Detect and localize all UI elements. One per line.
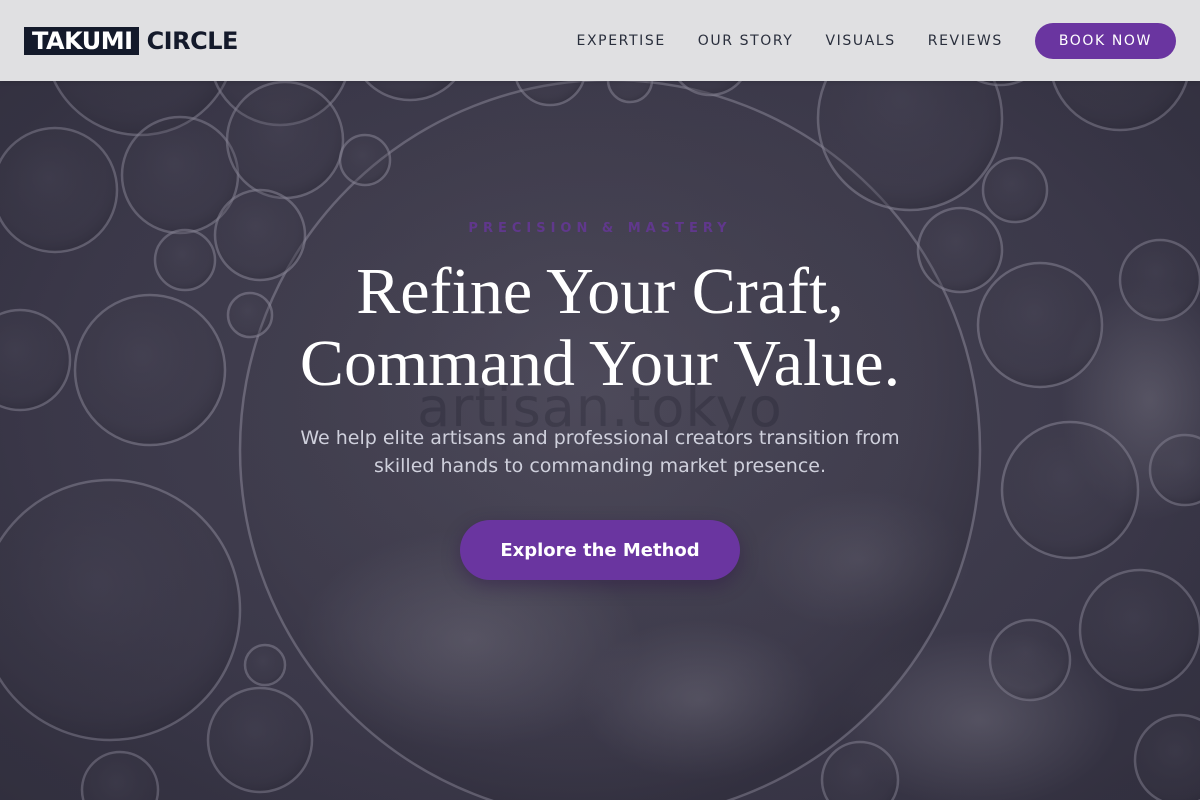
logo-text: CIRCLE [146, 26, 239, 55]
hero-section: PRECISION & MASTERY artisan.tokyo Refine… [0, 0, 1200, 800]
hero-headline: Refine Your Craft, Command Your Value. [0, 256, 1200, 400]
logo[interactable]: TAKUMI CIRCLE [24, 26, 239, 55]
hero-headline-line2: Command Your Value. [299, 327, 901, 400]
hero-subtext: We help elite artisans and professional … [300, 427, 900, 477]
hero-headline-line1: Refine Your Craft, [356, 255, 844, 328]
nav-expertise[interactable]: EXPERTISE [577, 33, 666, 49]
nav-reviews[interactable]: REVIEWS [928, 33, 1003, 49]
nav-our-story[interactable]: OUR STORY [698, 33, 794, 49]
page: TAKUMI CIRCLE EXPERTISE OUR STORY VISUAL… [0, 0, 1200, 800]
main-nav: EXPERTISE OUR STORY VISUALS REVIEWS BOOK… [577, 22, 1176, 59]
nav-visuals[interactable]: VISUALS [825, 33, 895, 49]
hero-eyebrow: PRECISION & MASTERY [468, 221, 732, 236]
explore-method-button[interactable]: Explore the Method [460, 520, 740, 580]
book-now-button[interactable]: BOOK NOW [1034, 22, 1176, 59]
site-header: TAKUMI CIRCLE EXPERTISE OUR STORY VISUAL… [0, 0, 1200, 81]
logo-highlight: TAKUMI [24, 26, 139, 55]
